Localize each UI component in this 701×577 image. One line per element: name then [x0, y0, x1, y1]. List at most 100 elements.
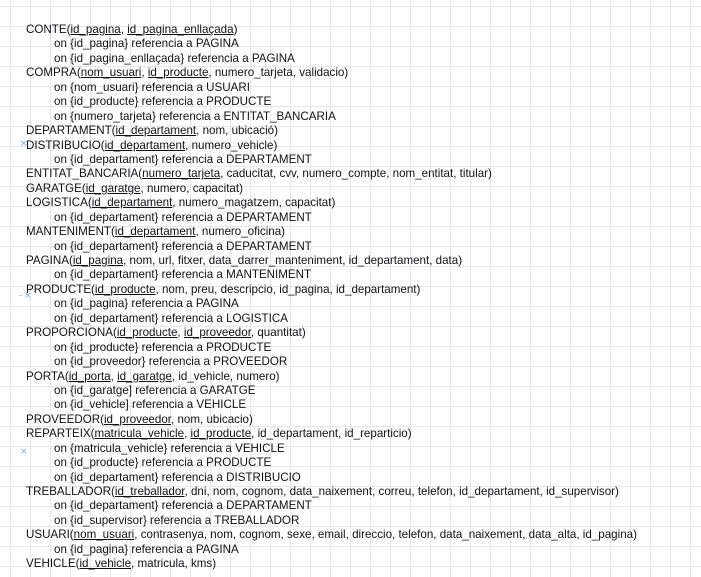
primary-key-attribute: id_garatge	[117, 369, 172, 383]
relation-text: PRODUCTE(	[26, 282, 95, 296]
relation-text: )	[233, 23, 238, 36]
foreign-key-line: on {id_departament} referencia a DEPARTA…	[26, 499, 696, 513]
reference-text: on {id_producte} referencia a PRODUCTE	[54, 340, 272, 354]
foreign-key-line: on {id_producte} referencia a PRODUCTE	[26, 341, 696, 355]
relation-text: , dni, nom, cognom, data_naixement, corr…	[184, 485, 619, 498]
relation-text: GARATGE(	[26, 181, 86, 195]
relation-line: GARATGE(id_garatge, numero, capacitat)	[26, 182, 696, 196]
foreign-key-line: on {id_garatge] referencia a GARATGE	[26, 384, 696, 398]
relation-text: COMPRA(	[26, 66, 81, 80]
relation-text: LOGISTICA(	[26, 196, 92, 210]
reference-text: on {numero_tarjeta} referencia a ENTITAT…	[54, 109, 336, 123]
foreign-key-line: on {id_departament} referencia a DEPARTA…	[26, 211, 696, 225]
foreign-key-line: on {id_producte} referencia a PRODUCTE	[26, 456, 696, 470]
reference-text: on {id_garatge] referencia a GARATGE	[54, 383, 256, 397]
reference-text: on {id_departament} referencia a MANTENI…	[54, 268, 312, 282]
relation-text: TREBALLADOR(	[26, 485, 115, 498]
relation-text: PROVEEDOR(	[26, 412, 104, 426]
foreign-key-line: on {id_producte} referencia a PRODUCTE	[26, 95, 696, 109]
reference-text: on {id_producte} referencia a PRODUCTE	[54, 456, 272, 470]
connection-point-marker[interactable]: –	[18, 291, 23, 301]
foreign-key-line: on {numero_tarjeta} referencia a ENTITAT…	[26, 110, 696, 124]
primary-key-attribute: nom_usuari	[73, 528, 135, 542]
primary-key-attribute: id_porta	[68, 369, 111, 383]
relation-line: VEHICLE(id_vehicle, matricula, kms)	[26, 557, 696, 571]
reference-text: on {id_pagina_enllaçada} referencia a PA…	[54, 51, 295, 65]
relation-text: , numero_vehicle)	[185, 138, 278, 152]
relation-text: DEPARTAMENT(	[26, 124, 116, 138]
reference-text: on {nom_usuari} referencia a USUARI	[54, 80, 250, 94]
relation-text: , nom, preu, descripcio, id_pagina, id_d…	[155, 282, 421, 296]
relation-text: , nom, url, fitxer, data_darrer_mantenim…	[123, 254, 463, 267]
relation-text: REPARTEIX(	[26, 427, 95, 441]
foreign-key-line: on {matricula_vehicle} referencia a VEHI…	[26, 442, 696, 456]
primary-key-attribute: id_departament	[114, 225, 196, 239]
primary-key-attribute: id_producte	[94, 282, 156, 296]
relation-line: CONTE(id_pagina, id_pagina_enllaçada)	[26, 23, 696, 37]
relation-text: PORTA(	[26, 369, 69, 383]
reference-text: on {matricula_vehicle} referencia a VEHI…	[54, 441, 285, 455]
reference-text: on {id_pagina} referencia a PAGINA	[54, 542, 239, 556]
reference-text: on {id_pagina} referencia a PAGINA	[54, 297, 239, 311]
reference-text: on {id_proveedor} referencia a PROVEEDOR	[54, 355, 288, 369]
primary-key-attribute: id_departament	[104, 138, 186, 152]
reference-text: on {id_vehicle] referencia a VEHICLE	[54, 398, 247, 412]
relation-line: USUARI(nom_usuari, contrasenya, nom, cog…	[26, 528, 696, 542]
reference-text: on {id_departament} referencia a DEPARTA…	[54, 210, 312, 224]
foreign-key-line: on {id_vehicle] referencia a VEHICLE	[26, 398, 696, 412]
relation-line: ENTITAT_BANCARIA(numero_tarjeta, caducit…	[26, 167, 696, 181]
relation-text: , id_departament, id_reparticio)	[251, 427, 412, 441]
relation-text: , numero_magatzem, capacitat)	[172, 196, 336, 210]
primary-key-attribute: id_pagina	[70, 23, 121, 36]
relation-line: REPARTEIX(matricula_vehicle, id_producte…	[26, 427, 696, 441]
reference-text: on {id_producte} referencia a PRODUCTE	[54, 95, 272, 109]
relation-line: PAGINA(id_pagina, nom, url, fitxer, data…	[26, 254, 696, 268]
relation-text: , contrasenya, nom, cognom, sexe, email,…	[134, 528, 637, 542]
relation-text: , caducitat, cvv, numero_compte, nom_ent…	[220, 167, 492, 181]
primary-key-attribute: numero_tarjeta	[142, 167, 221, 181]
relation-line: PROPORCIONA(id_producte, id_proveedor, q…	[26, 326, 696, 340]
relation-line: LOGISTICA(id_departament, numero_magatze…	[26, 196, 696, 210]
primary-key-attribute: id_producte	[190, 427, 252, 441]
relation-text: , numero_tarjeta, validacio)	[208, 66, 349, 80]
relation-text: CONTE(	[26, 23, 71, 36]
relation-line: DEPARTAMENT(id_departament, nom, ubicaci…	[26, 124, 696, 138]
relation-text: VEHICLE(	[26, 557, 80, 571]
relation-line: MANTENIMENT(id_departament, numero_ofici…	[26, 225, 696, 239]
relation-text: , numero, capacitat)	[140, 181, 243, 195]
foreign-key-line: on {id_pagina} referencia a PAGINA	[26, 297, 696, 311]
relation-text: PROPORCIONA(	[26, 326, 117, 340]
primary-key-attribute: matricula_vehicle	[94, 427, 185, 441]
relation-line: PRODUCTE(id_producte, nom, preu, descrip…	[26, 283, 696, 297]
reference-text: on {id_departament} referencia a DEPARTA…	[54, 499, 312, 513]
reference-text: on {id_departament} referencia a DEPARTA…	[54, 239, 312, 253]
relation-line: PROVEEDOR(id_proveedor, nom, ubicacio)	[26, 413, 696, 427]
reference-text: on {id_departament} referencia a LOGISTI…	[54, 311, 288, 325]
relation-line: TREBALLADOR(id_treballador, dni, nom, co…	[26, 485, 696, 499]
relation-line: DISTRIBUCIO(id_departament, numero_vehic…	[26, 139, 696, 153]
relation-text: PAGINA(	[26, 254, 73, 267]
relation-text: , matricula, kms)	[131, 557, 217, 571]
primary-key-attribute: id_pagina_enllaçada	[127, 23, 234, 36]
foreign-key-line: on {id_departament} referencia a MANTENI…	[26, 268, 696, 282]
foreign-key-line: on {id_pagina} referencia a PAGINA	[26, 543, 696, 557]
primary-key-attribute: id_garatge	[85, 181, 141, 195]
reference-text: on {id_departament} referencia a DEPARTA…	[54, 152, 312, 166]
relation-text: MANTENIMENT(	[26, 225, 115, 239]
primary-key-attribute: id_treballador	[114, 485, 185, 498]
primary-key-attribute: id_departament	[91, 196, 173, 210]
relation-text: , nom, ubicacio)	[171, 412, 253, 426]
relational-schema-text[interactable]: CONTE(id_pagina, id_pagina_enllaçada) on …	[26, 23, 696, 572]
relation-text: USUARI(	[26, 528, 74, 542]
primary-key-attribute: id_proveedor	[183, 326, 251, 340]
relation-text: , quantitat)	[250, 326, 306, 340]
relation-text: ENTITAT_BANCARIA(	[26, 167, 143, 181]
relation-text: , id_vehicle, numero)	[171, 369, 280, 383]
foreign-key-line: on {id_pagina_enllaçada} referencia a PA…	[26, 52, 696, 66]
foreign-key-line: on {id_pagina} referencia a PAGINA	[26, 37, 696, 51]
foreign-key-line: on {id_departament} referencia a DEPARTA…	[26, 240, 696, 254]
reference-text: on {id_pagina} referencia a PAGINA	[54, 37, 239, 51]
relation-text: , numero_oficina)	[195, 225, 286, 239]
reference-text: on {id_departament} referencia a DISTRIB…	[54, 470, 301, 484]
primary-key-attribute: id_producte	[147, 66, 209, 80]
